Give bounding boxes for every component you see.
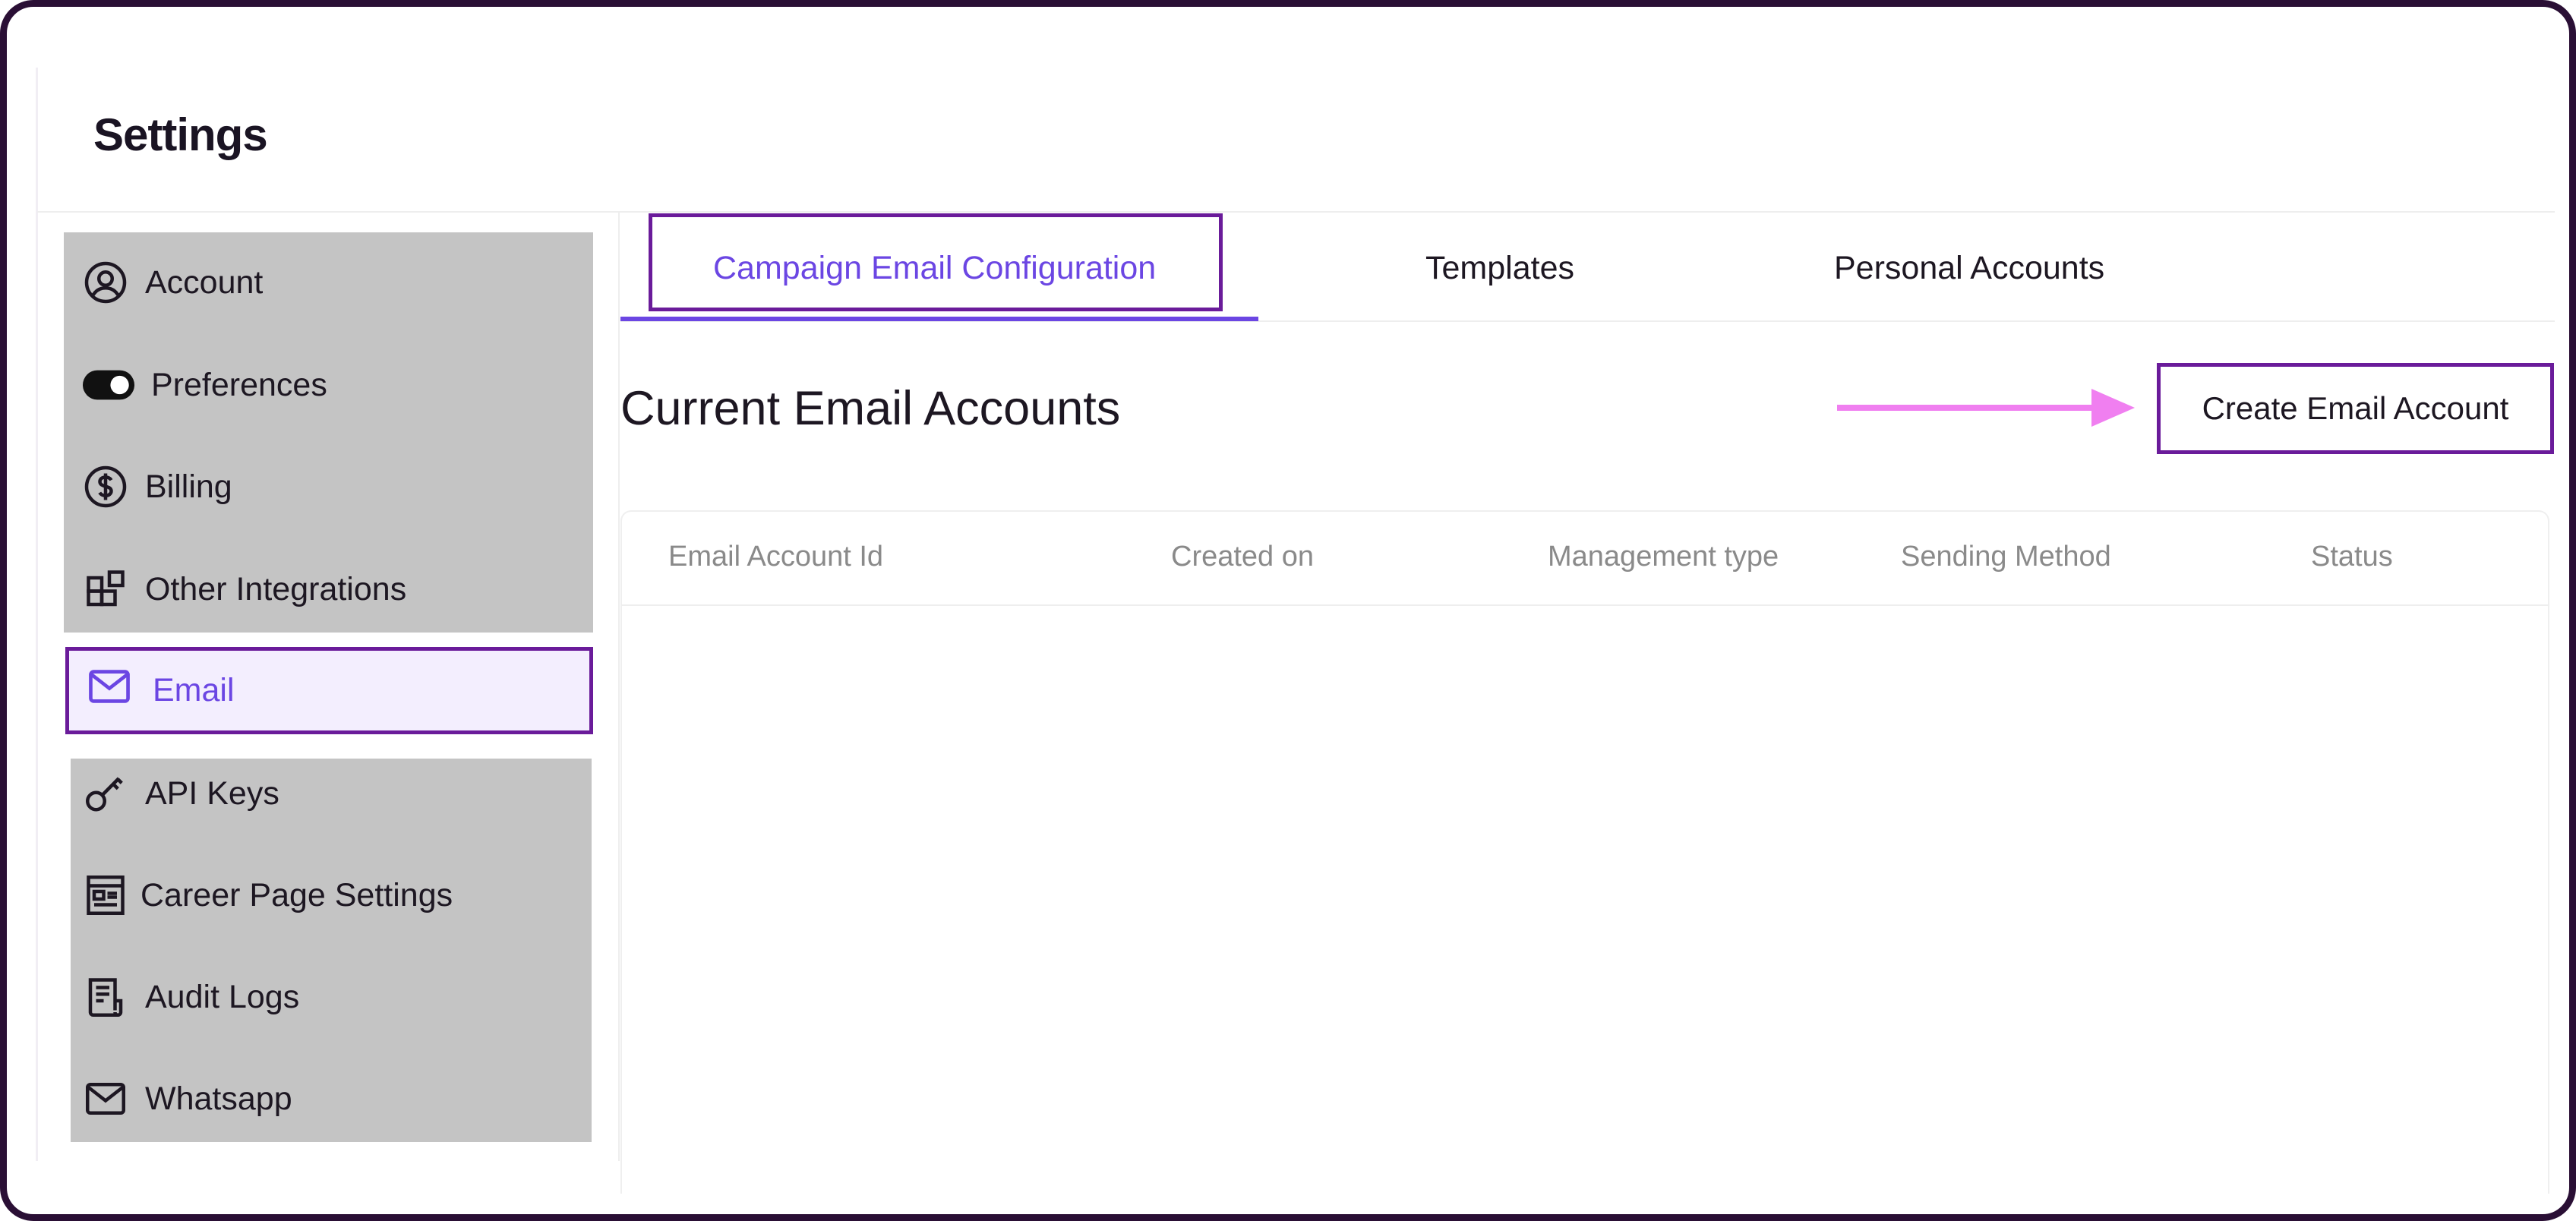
sidebar-item-email[interactable]: Email [65,647,593,734]
sidebar-item-career-page-settings[interactable]: Career Page Settings [83,872,453,918]
column-header-management-type: Management type [1548,541,1779,573]
account-circle-icon [83,260,128,305]
sidebar-item-audit-logs[interactable]: Audit Logs [83,974,299,1020]
sidebar-item-label: Account [145,263,264,301]
email-accounts-table [620,510,2549,1194]
window-edge [36,68,38,1161]
tab-personal-accounts[interactable]: Personal Accounts [1834,250,2104,287]
document-list-icon [83,974,128,1020]
mail-icon [83,1076,128,1122]
page-title: Settings [93,109,268,160]
sidebar-item-label: Audit Logs [145,978,300,1015]
integrations-icon [83,566,128,612]
annotation-arrow-icon [1837,389,2135,427]
column-header-created-on: Created on [1171,541,1315,573]
tab-templates[interactable]: Templates [1425,250,1574,287]
active-tab-indicator [620,317,1258,321]
sidebar-item-whatsapp[interactable]: Whatsapp [83,1076,292,1122]
sidebar-item-billing[interactable]: Billing [83,464,232,510]
section-title: Current Email Accounts [620,382,1121,435]
sidebar-item-label: Career Page Settings [140,876,453,913]
sidebar-divider [618,212,620,1161]
column-header-status: Status [2311,541,2393,573]
header-divider [37,211,2555,213]
table-header-divider [620,604,2549,606]
page-layout-icon [83,872,128,918]
sidebar-item-preferences[interactable]: Preferences [83,362,327,408]
dollar-icon [83,464,128,510]
toggle-icon [83,362,134,408]
mail-icon [86,663,133,718]
sidebar-item-label: Whatsapp [145,1080,292,1117]
sidebar-item-account[interactable]: Account [83,260,263,305]
sidebar-item-label: Other Integrations [145,570,407,607]
column-header-sending-method: Sending Method [1901,541,2111,573]
create-email-account-button[interactable]: Create Email Account [2157,363,2554,454]
sidebar-item-label: API Keys [145,775,279,812]
sidebar-item-other-integrations[interactable]: Other Integrations [83,566,406,612]
key-icon [83,771,128,816]
tab-campaign-email-configuration[interactable]: Campaign Email Configuration [713,250,1156,287]
sidebar-item-label: Email [153,672,235,708]
column-header-email-account-id: Email Account Id [668,541,884,573]
sidebar-item-api-keys[interactable]: API Keys [83,771,279,816]
sidebar-item-label: Preferences [151,366,327,403]
app-window: Settings Account Preferences Billing Oth… [0,0,2576,1221]
sidebar-item-label: Billing [145,468,232,505]
